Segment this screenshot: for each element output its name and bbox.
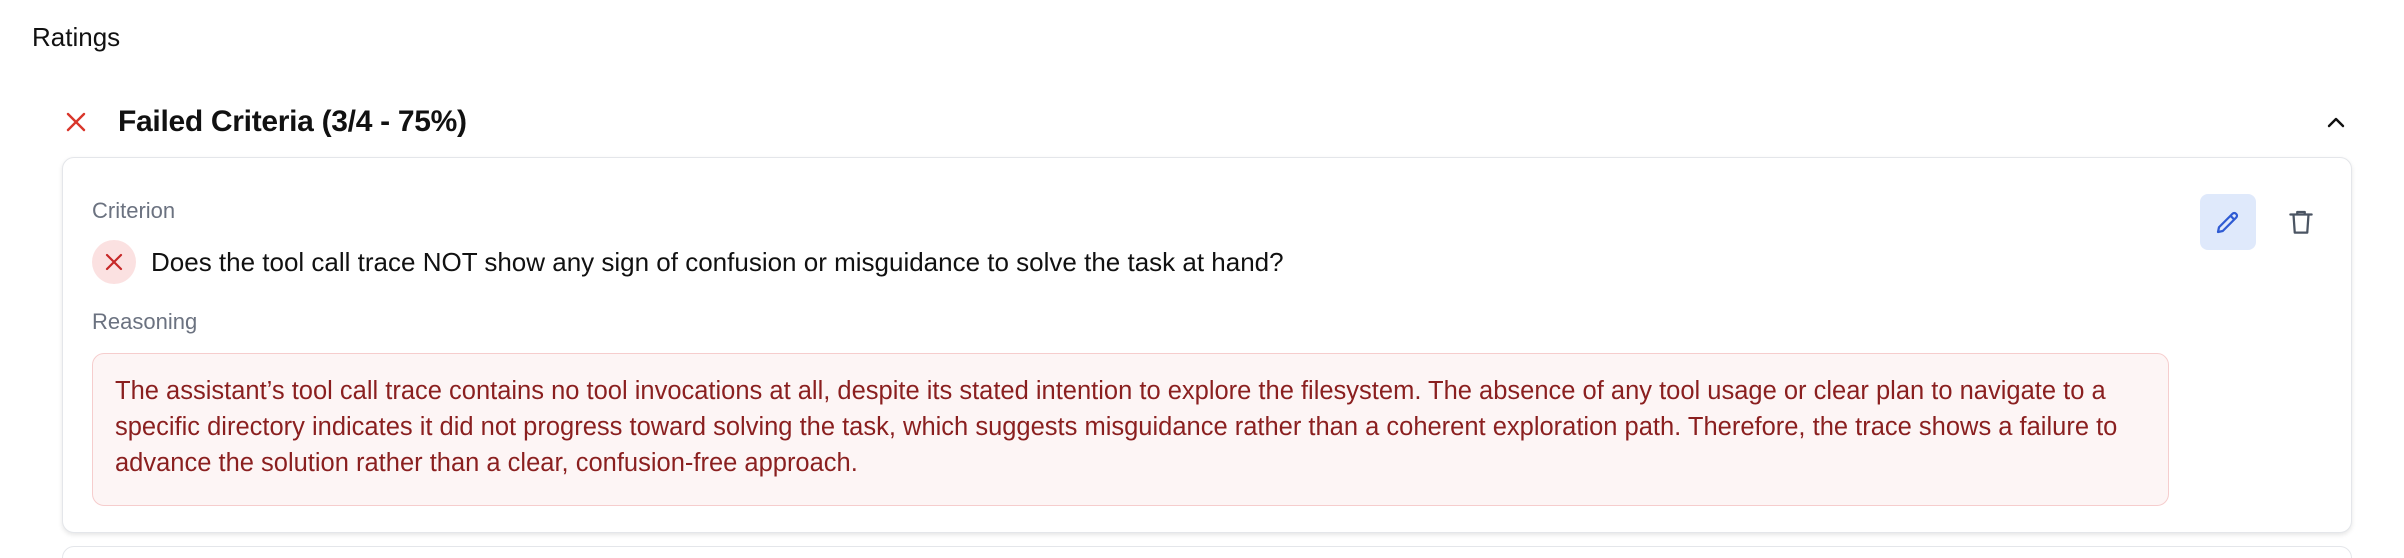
reasoning-label: Reasoning	[92, 309, 198, 334]
close-icon	[62, 108, 90, 136]
chevron-up-icon[interactable]	[2320, 106, 2352, 138]
criterion-card: Criterion Does the tool call trace NOT s…	[62, 157, 2352, 533]
delete-button[interactable]	[2273, 194, 2329, 250]
fail-status-badge	[92, 240, 136, 284]
ratings-panel: Ratings Failed Criteria (3/4 - 75%) Crit…	[0, 0, 2404, 558]
failed-criteria-title: Failed Criteria (3/4 - 75%)	[118, 105, 467, 138]
criterion-row: Does the tool call trace NOT show any si…	[92, 240, 1284, 284]
trash-icon	[2289, 210, 2313, 234]
criterion-label: Criterion	[92, 198, 176, 223]
failed-criteria-header[interactable]: Failed Criteria (3/4 - 75%)	[62, 94, 2352, 150]
next-criterion-card	[62, 546, 2352, 558]
pencil-icon	[2216, 211, 2239, 234]
close-icon	[105, 253, 123, 271]
reasoning-text: The assistant’s tool call trace contains…	[92, 353, 2169, 506]
criterion-text: Does the tool call trace NOT show any si…	[151, 246, 1284, 277]
edit-button[interactable]	[2200, 194, 2256, 250]
ratings-heading: Ratings	[32, 22, 121, 52]
